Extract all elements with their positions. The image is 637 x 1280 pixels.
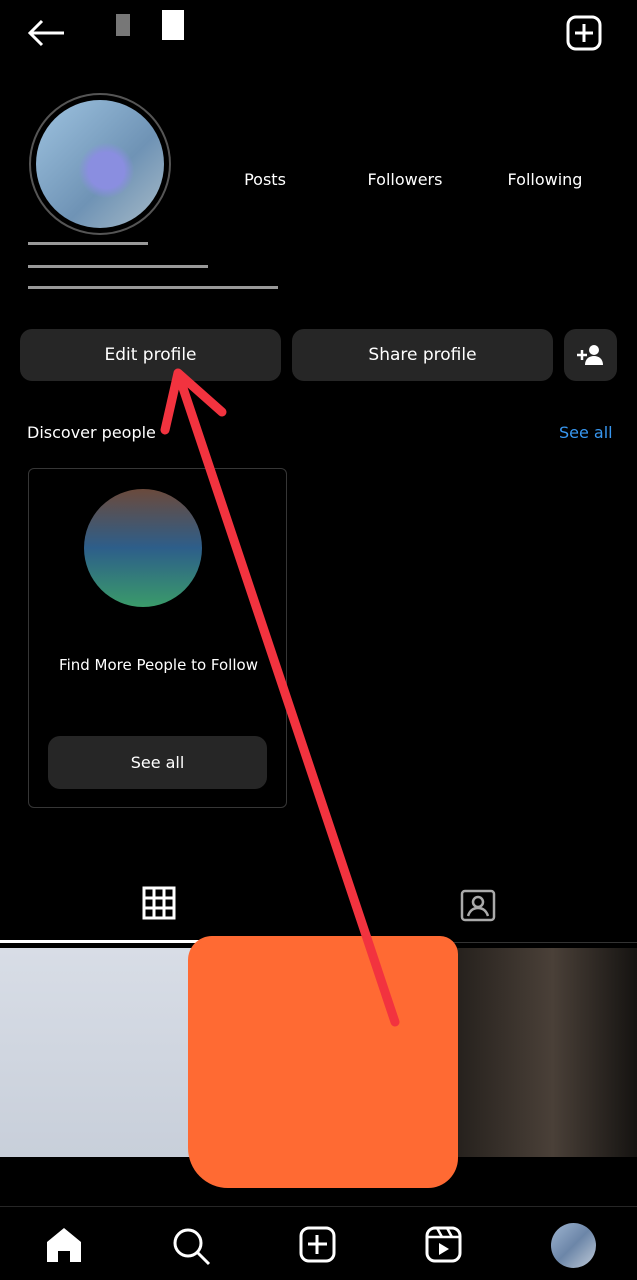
tagged-icon[interactable] <box>460 886 496 922</box>
suggestion-card: Find More People to Follow See all <box>28 468 287 808</box>
stat-label: Followers <box>367 170 443 189</box>
reels-icon[interactable] <box>425 1226 463 1264</box>
see-all-link[interactable]: See all <box>559 423 613 442</box>
stat-posts[interactable]: Posts <box>205 170 325 189</box>
card-see-all-button[interactable]: See all <box>48 736 267 789</box>
back-arrow-icon[interactable] <box>26 17 66 49</box>
create-icon[interactable] <box>299 1226 337 1264</box>
new-post-icon[interactable] <box>565 14 603 52</box>
grid-icon[interactable] <box>142 886 176 920</box>
stat-followers[interactable]: Followers <box>345 170 465 189</box>
stat-label: Following <box>507 170 583 189</box>
username-redacted <box>110 10 220 40</box>
discover-title: Discover people <box>27 423 156 442</box>
discover-people-button[interactable] <box>564 329 617 381</box>
add-person-icon <box>576 345 603 365</box>
profile-avatar[interactable] <box>29 93 171 235</box>
share-profile-button[interactable]: Share profile <box>292 329 553 381</box>
post-thumbnail[interactable] <box>0 948 211 1157</box>
search-icon[interactable] <box>171 1226 211 1266</box>
edit-profile-button[interactable]: Edit profile <box>20 329 281 381</box>
suggestion-avatar[interactable] <box>84 489 202 607</box>
stat-label: Posts <box>244 170 286 189</box>
nav-divider <box>0 1206 637 1207</box>
redaction-overlay <box>188 936 458 1188</box>
stat-following[interactable]: Following <box>485 170 605 189</box>
bio-redacted <box>28 232 288 302</box>
profile-nav-avatar[interactable] <box>551 1223 596 1268</box>
suggestion-text: Find More People to Follow <box>59 656 258 674</box>
home-icon[interactable] <box>45 1226 83 1264</box>
